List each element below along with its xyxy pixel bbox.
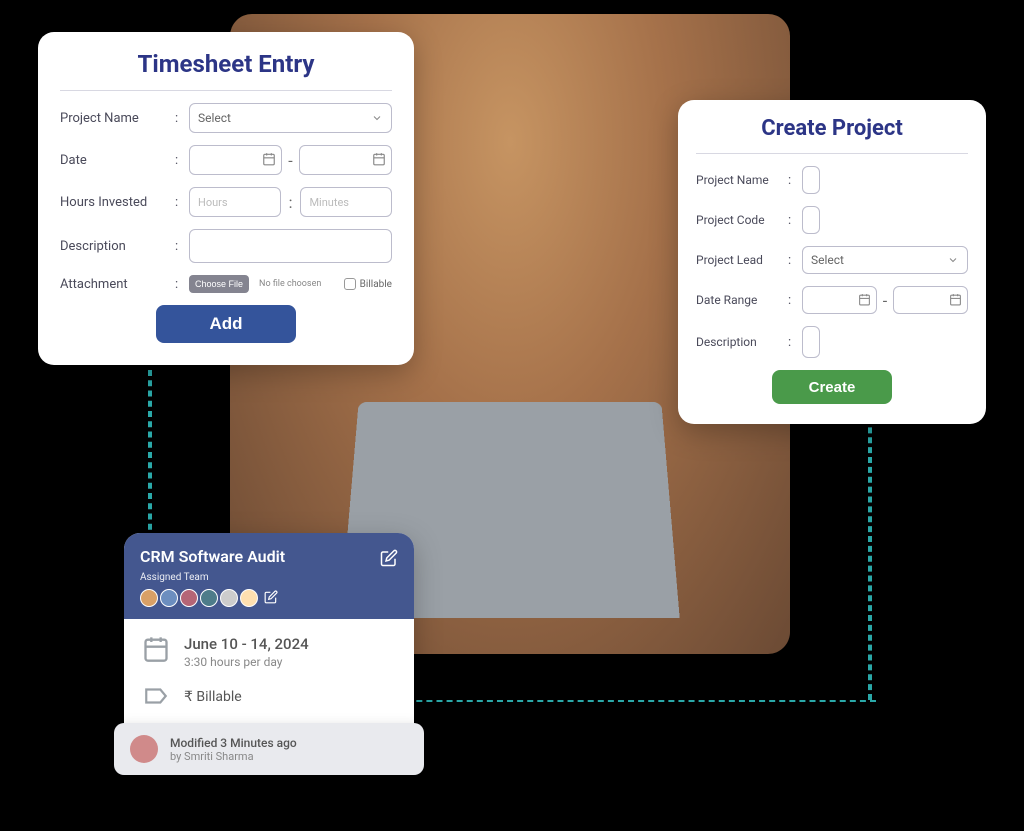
- proj-code-input[interactable]: [802, 206, 820, 234]
- calendar-icon: [949, 293, 962, 306]
- date-range-label: Date Range: [696, 293, 788, 307]
- project-select[interactable]: Select: [189, 103, 392, 133]
- attachment-label: Attachment: [60, 277, 175, 292]
- avatar: [130, 735, 158, 763]
- date-label: Date: [60, 153, 175, 168]
- timesheet-entry-card: Timesheet Entry Project Name : Select Da…: [38, 32, 414, 365]
- project-name-label: Project Name: [60, 111, 175, 126]
- calendar-icon: [262, 152, 276, 166]
- avatar: [160, 589, 178, 607]
- choose-file-button[interactable]: Choose File: [189, 275, 249, 293]
- chevron-down-icon: [947, 254, 959, 266]
- hours-label: Hours Invested: [60, 195, 175, 210]
- proj-code-label: Project Code: [696, 213, 788, 227]
- proj-name-label: Project Name: [696, 173, 788, 187]
- billable-text: ₹ Billable: [184, 688, 242, 705]
- calendar-icon: [372, 152, 386, 166]
- avatar: [220, 589, 238, 607]
- description-label: Description: [60, 239, 175, 254]
- summary-date: June 10 - 14, 2024: [184, 635, 309, 653]
- add-button[interactable]: Add: [156, 305, 296, 343]
- proj-name-input[interactable]: [802, 166, 820, 194]
- billable-checkbox[interactable]: [344, 278, 356, 290]
- project-summary-card: CRM Software Audit Assigned Team June 10…: [124, 533, 414, 771]
- connector-line: [868, 378, 872, 700]
- summary-header: CRM Software Audit Assigned Team: [124, 533, 414, 619]
- avatar: [200, 589, 218, 607]
- modified-by: by Smriti Sharma: [170, 750, 297, 763]
- chevron-down-icon: [371, 112, 383, 124]
- proj-lead-label: Project Lead: [696, 253, 788, 267]
- timesheet-title: Timesheet Entry: [60, 50, 392, 91]
- create-project-card: Create Project Project Name : Project Co…: [678, 100, 986, 424]
- summary-title: CRM Software Audit: [140, 547, 398, 566]
- modified-time: Modified 3 Minutes ago: [170, 736, 297, 750]
- create-project-title: Create Project: [696, 116, 968, 154]
- assigned-avatars: [140, 589, 398, 607]
- avatar: [180, 589, 198, 607]
- billable-label: Billable: [360, 279, 392, 290]
- proj-desc-label: Description: [696, 335, 788, 349]
- add-member-icon[interactable]: [264, 590, 280, 606]
- proj-lead-select[interactable]: Select: [802, 246, 968, 274]
- tag-icon: [142, 683, 170, 709]
- summary-hours: 3:30 hours per day: [184, 655, 309, 669]
- connector-line: [376, 700, 876, 702]
- description-input[interactable]: [189, 229, 392, 263]
- connector-line: [148, 370, 152, 540]
- calendar-icon: [142, 635, 170, 663]
- avatar: [240, 589, 258, 607]
- avatar: [140, 589, 158, 607]
- summary-footer: Modified 3 Minutes ago by Smriti Sharma: [114, 723, 424, 775]
- edit-icon[interactable]: [380, 549, 398, 567]
- no-file-text: No file choosen: [259, 279, 321, 289]
- assigned-team-label: Assigned Team: [140, 572, 398, 583]
- hours-input[interactable]: Hours: [189, 187, 281, 217]
- create-button[interactable]: Create: [772, 370, 892, 404]
- calendar-icon: [858, 293, 871, 306]
- minutes-input[interactable]: Minutes: [300, 187, 392, 217]
- proj-desc-input[interactable]: [802, 326, 820, 358]
